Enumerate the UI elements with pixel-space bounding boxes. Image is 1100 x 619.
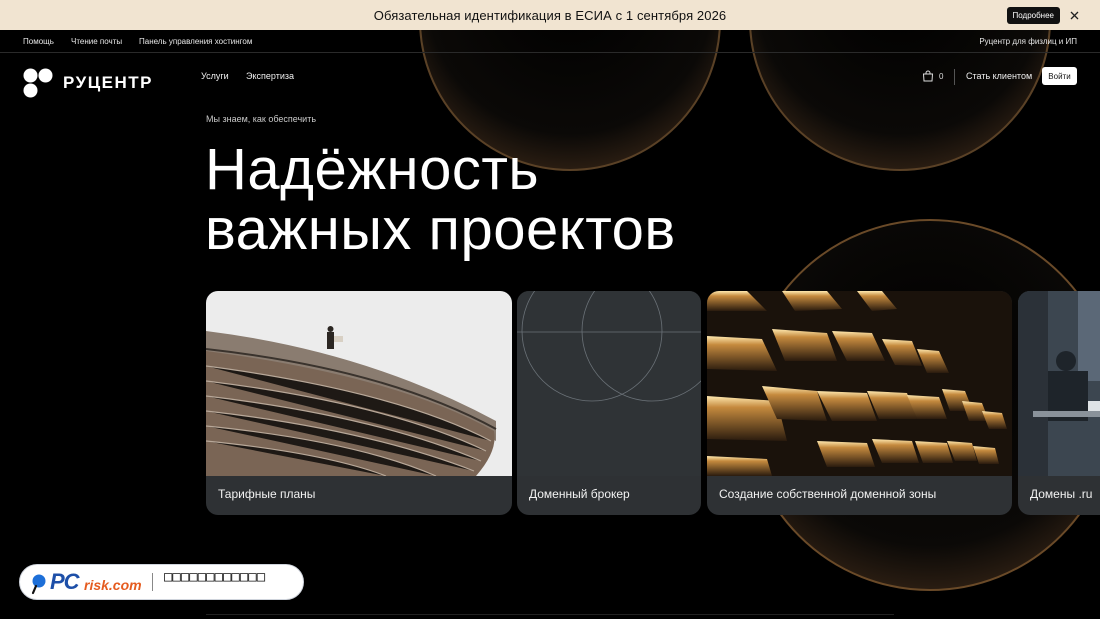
card-tariff-plans[interactable]: Тарифные планы — [206, 291, 512, 515]
close-icon — [1070, 11, 1078, 19]
card-own-domain-zone[interactable]: Создание собственной доменной зоны — [707, 291, 1012, 515]
card-image-office — [1018, 291, 1100, 476]
utility-nav: Помощь Чтение почты Панель управления хо… — [0, 30, 1100, 53]
card-domain-broker[interactable]: Доменный брокер — [517, 291, 701, 515]
card-label: Создание собственной доменной зоны — [719, 487, 937, 501]
announcement-text: Обязательная идентификация в ЕСИА с 1 се… — [373, 7, 727, 23]
card-label: Доменный брокер — [529, 487, 630, 501]
pcrisk-watermark: PC risk.com □□□□□□□□□□□□ — [19, 564, 304, 600]
card-image-light-panels — [707, 291, 1012, 476]
pcrisk-separator — [152, 573, 153, 591]
site-logo[interactable]: РУЦЕНТР — [23, 68, 153, 98]
nav-services[interactable]: Услуги — [201, 71, 229, 81]
login-button[interactable]: Войти — [1042, 67, 1077, 85]
pcrisk-tag: □□□□□□□□□□□□ — [164, 569, 266, 585]
more-info-button[interactable]: Подробнее — [1006, 7, 1060, 24]
pcrisk-brand-pc: PC — [50, 569, 80, 594]
util-link-help[interactable]: Помощь — [23, 37, 54, 46]
hero-title-line-1: Надёжность — [205, 137, 540, 202]
hero-title: Надёжность важных проектов — [205, 140, 676, 260]
announcement-bar: Обязательная идентификация в ЕСИА с 1 се… — [0, 0, 1100, 30]
shopping-bag-icon — [922, 70, 934, 82]
util-link-hosting-panel[interactable]: Панель управления хостингом — [139, 37, 252, 46]
card-ru-domains[interactable]: Домены .ru — [1018, 291, 1100, 515]
util-link-read-mail[interactable]: Чтение почты — [71, 37, 122, 46]
section-divider — [206, 614, 894, 615]
util-link-individuals[interactable]: Руцентр для физлиц и ИП — [979, 37, 1077, 46]
card-label: Тарифные планы — [218, 487, 316, 501]
close-announcement-button[interactable] — [1066, 7, 1082, 23]
cart-count: 0 — [939, 71, 944, 81]
card-image-circles — [517, 291, 701, 476]
header-divider — [954, 69, 955, 85]
cart-button[interactable]: 0 — [922, 70, 943, 82]
become-client-link[interactable]: Стать клиентом — [966, 71, 1032, 81]
logo-text: РУЦЕНТР — [63, 73, 153, 92]
hero-title-line-2: важных проектов — [205, 197, 676, 262]
pcrisk-brand-rest: risk.com — [84, 577, 142, 593]
logo-mark-icon — [23, 68, 53, 98]
card-label: Домены .ru — [1030, 487, 1093, 501]
card-image-stadium-roof — [206, 291, 512, 476]
hero-eyebrow: Мы знаем, как обеспечить — [206, 114, 317, 124]
nav-expertise[interactable]: Экспертиза — [246, 71, 294, 81]
